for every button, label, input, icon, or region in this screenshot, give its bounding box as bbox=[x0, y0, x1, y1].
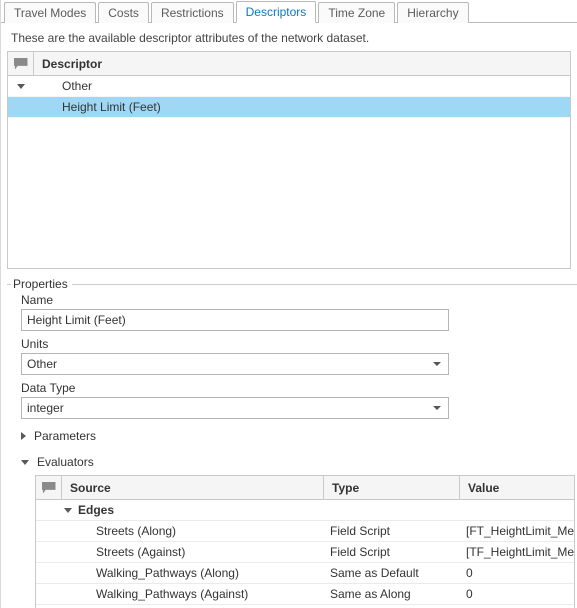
data-type-label: Data Type bbox=[21, 381, 577, 395]
cell-type: Field Script bbox=[324, 524, 460, 538]
parameters-toggle[interactable]: Parameters bbox=[7, 423, 577, 449]
page-description: These are the available descriptor attri… bbox=[1, 23, 577, 51]
evaluator-group-row[interactable]: Edges bbox=[36, 500, 574, 521]
evaluators-header: Source Type Value bbox=[36, 476, 574, 500]
message-column-header bbox=[8, 52, 34, 75]
data-type-select[interactable]: integer bbox=[21, 397, 449, 419]
cell-source: Streets (Along) bbox=[62, 524, 324, 538]
message-icon bbox=[14, 58, 28, 70]
chevron-right-icon bbox=[21, 432, 26, 440]
message-column-header bbox=[36, 476, 62, 499]
tab-hierarchy[interactable]: Hierarchy bbox=[397, 2, 468, 23]
units-select[interactable]: Other bbox=[21, 353, 449, 375]
tab-time-zone[interactable]: Time Zone bbox=[318, 2, 395, 23]
properties-title: Properties bbox=[11, 277, 72, 291]
tab-descriptors[interactable]: Descriptors bbox=[236, 1, 317, 23]
table-row[interactable]: Walking_Pathways (Against) Same as Along… bbox=[36, 584, 574, 605]
cell-source: Walking_Pathways (Against) bbox=[62, 587, 324, 601]
evaluators-toggle[interactable]: Evaluators bbox=[7, 449, 577, 475]
descriptor-group-row[interactable]: Other bbox=[8, 76, 570, 97]
table-row[interactable]: Streets (Against) Field Script [TF_Heigh… bbox=[36, 542, 574, 563]
parameters-label: Parameters bbox=[34, 429, 96, 443]
evaluators-label: Evaluators bbox=[37, 455, 94, 469]
cell-value: [FT_HeightLimit_Meters]/0.3048 bbox=[460, 524, 574, 538]
data-type-select-value: integer bbox=[27, 401, 64, 415]
cell-type: Same as Along bbox=[324, 587, 460, 601]
evaluator-group-label: Edges bbox=[78, 503, 114, 517]
type-column-header[interactable]: Type bbox=[324, 476, 460, 499]
name-label: Name bbox=[21, 293, 577, 307]
descriptor-group-label: Other bbox=[34, 79, 92, 93]
units-label: Units bbox=[21, 337, 577, 351]
name-field-value: Height Limit (Feet) bbox=[27, 313, 126, 327]
cell-type: Same as Default bbox=[324, 566, 460, 580]
descriptor-item-label: Height Limit (Feet) bbox=[34, 100, 161, 114]
cell-source: Streets (Against) bbox=[62, 545, 324, 559]
table-row[interactable]: Streets (Along) Field Script [FT_HeightL… bbox=[36, 521, 574, 542]
evaluators-table: Source Type Value Edges Streets (Along) … bbox=[35, 475, 575, 608]
descriptor-column-title: Descriptor bbox=[34, 57, 102, 71]
descriptor-item-selected[interactable]: Height Limit (Feet) bbox=[8, 97, 570, 118]
chevron-down-icon bbox=[21, 460, 29, 465]
units-select-value: Other bbox=[27, 357, 57, 371]
table-row[interactable]: Walking_Pathways (Along) Same as Default… bbox=[36, 563, 574, 584]
tab-costs[interactable]: Costs bbox=[98, 2, 149, 23]
descriptors-list: Descriptor Other Height Limit (Feet) bbox=[7, 51, 571, 269]
cell-value: [TF_HeightLimit_Meters]/0.3048 bbox=[460, 545, 574, 559]
tab-restrictions[interactable]: Restrictions bbox=[151, 2, 234, 23]
source-column-header[interactable]: Source bbox=[62, 476, 324, 499]
message-icon bbox=[42, 482, 56, 494]
cell-value: 0 bbox=[460, 587, 574, 601]
cell-value: 0 bbox=[460, 566, 574, 580]
tab-travel-modes[interactable]: Travel Modes bbox=[4, 2, 96, 23]
descriptors-header: Descriptor bbox=[8, 52, 570, 76]
chevron-down-icon bbox=[17, 84, 25, 89]
name-field[interactable]: Height Limit (Feet) bbox=[21, 309, 449, 331]
cell-source: Walking_Pathways (Along) bbox=[62, 566, 324, 580]
cell-type: Field Script bbox=[324, 545, 460, 559]
chevron-down-icon bbox=[64, 508, 72, 513]
chevron-down-icon bbox=[433, 406, 441, 410]
chevron-down-icon bbox=[433, 362, 441, 366]
tab-bar: Travel Modes Costs Restrictions Descript… bbox=[1, 0, 577, 23]
value-column-header[interactable]: Value bbox=[460, 476, 574, 499]
properties-section: Properties Name Height Limit (Feet) Unit… bbox=[7, 277, 577, 608]
